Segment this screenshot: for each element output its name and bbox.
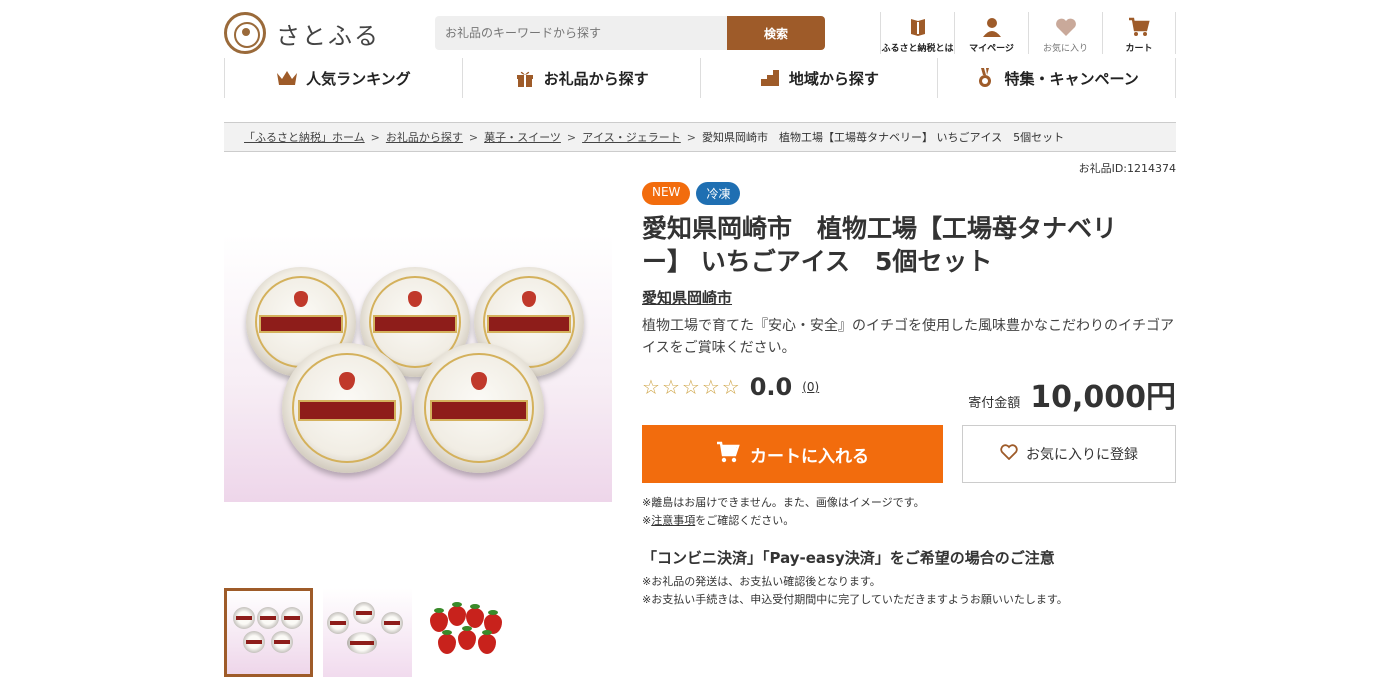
rating: ☆ ☆ ☆ ☆ ☆ 0.0 (0)	[642, 373, 819, 401]
payment-note: ※お礼品の発送は、お支払い確認後となります。	[642, 575, 881, 588]
product-main-image[interactable]	[224, 235, 612, 502]
breadcrumb-link[interactable]: アイス・ジェラート	[582, 129, 681, 145]
cart-icon	[1128, 16, 1150, 38]
add-to-favorites-label: お気に入りに登録	[1026, 447, 1138, 463]
star-empty-icon: ☆	[721, 375, 740, 399]
add-to-cart-label: カートに入れる	[750, 446, 869, 467]
thumbnail-2[interactable]	[323, 588, 412, 677]
nav-label: 特集・キャンペーン	[1004, 69, 1139, 88]
nav-gifts[interactable]: お礼品から探す	[461, 58, 700, 98]
heart-outline-icon	[1000, 444, 1018, 464]
ice-cup-image	[414, 343, 544, 473]
thumbnail-list	[224, 588, 511, 677]
region-icon	[759, 68, 781, 88]
nav-label: 人気ランキング	[306, 69, 411, 88]
star-empty-icon: ☆	[701, 375, 720, 399]
logo-text: さとふる	[276, 21, 380, 50]
product-badges: NEW 冷凍	[642, 182, 741, 205]
star-empty-icon: ☆	[681, 375, 700, 399]
cart-icon	[716, 441, 740, 468]
medal-icon	[974, 68, 996, 88]
breadcrumb-link[interactable]: 「ふるさと納税」ホーム	[244, 129, 365, 145]
search-bar: 検索	[435, 16, 825, 50]
caution-note-prefix: ※	[642, 514, 652, 527]
header-link-cart[interactable]: カート	[1102, 12, 1176, 54]
breadcrumb-link[interactable]: お礼品から探す	[386, 129, 463, 145]
nav-region[interactable]: 地域から探す	[699, 58, 938, 98]
header-link-label: マイページ	[969, 44, 1014, 54]
user-icon	[981, 16, 1003, 38]
main-nav: 人気ランキング お礼品から探す 地域から探す 特集・キャンペーン	[224, 58, 1176, 98]
ice-cup-image	[282, 343, 412, 473]
product-title: 愛知県岡崎市 植物工場【工場苺タナベリー】 いちごアイス 5個セット	[642, 214, 1118, 276]
search-input[interactable]	[435, 16, 727, 50]
thumbnail-3[interactable]	[422, 588, 511, 677]
header-links: ふるさと納税とは マイページ お気に入り カート	[880, 12, 1176, 54]
payment-note: ※お支払い手続きは、申込受付期間中に完了していただきますようお願いいたします。	[642, 593, 1068, 606]
new-badge: NEW	[642, 182, 691, 205]
breadcrumb-link[interactable]: 菓子・スイーツ	[484, 129, 561, 145]
price-label: 寄付金額	[968, 396, 1021, 411]
header-link-label: ふるさと納税とは	[881, 44, 954, 54]
nav-label: お礼品から探す	[543, 69, 649, 88]
header-link-label: お気に入り	[1042, 44, 1088, 54]
price-value: 10,000円	[1030, 380, 1176, 415]
breadcrumb: 「ふるさと納税」ホーム > お礼品から探す > 菓子・スイーツ > アイス・ジェ…	[224, 122, 1176, 152]
nav-label: 地域から探す	[788, 69, 879, 88]
gift-icon	[514, 68, 536, 88]
payment-notice-title: 「コンビニ決済」「Pay-easy決済」をご希望の場合のご注意	[642, 549, 1055, 567]
caution-note-suffix: をご確認ください。	[695, 514, 795, 527]
nav-campaign[interactable]: 特集・キャンペーン	[937, 58, 1176, 98]
island-note: ※離島はお届けできません。また、画像はイメージです。	[642, 496, 925, 509]
rating-value: 0.0	[749, 373, 793, 401]
add-to-favorites-button[interactable]: お気に入りに登録	[962, 425, 1176, 483]
caution-note: ※注意事項をご確認ください。	[642, 512, 794, 528]
search-button[interactable]: 検索	[727, 16, 825, 50]
thumbnail-1[interactable]	[224, 588, 313, 677]
frozen-badge: 冷凍	[696, 182, 741, 205]
heart-icon	[1055, 16, 1077, 38]
header-link-label: カート	[1125, 44, 1153, 54]
logo-mark-icon	[224, 12, 266, 54]
breadcrumb-separator: >	[686, 130, 696, 144]
breadcrumb-separator: >	[468, 130, 479, 144]
breadcrumb-separator: >	[370, 130, 380, 144]
header-link-about[interactable]: ふるさと納税とは	[880, 12, 954, 54]
header-link-favorites[interactable]: お気に入り	[1028, 12, 1102, 54]
site-logo[interactable]: さとふる	[224, 12, 380, 54]
price: 寄付金額 10,000円	[968, 372, 1176, 416]
star-empty-icon: ☆	[642, 375, 660, 399]
crown-icon	[276, 68, 298, 88]
city-link[interactable]: 愛知県岡崎市	[642, 287, 732, 308]
breadcrumb-current: 愛知県岡崎市 植物工場【工場苺タナベリー】 いちごアイス 5個セット	[702, 131, 1065, 144]
header-link-mypage[interactable]: マイページ	[954, 12, 1028, 54]
gift-id: お礼品ID:1214374	[1078, 162, 1176, 175]
book-icon	[907, 16, 929, 38]
product-description: 植物工場で育てた『安心・安全』のイチゴを使用した風味豊かなこだわりのイチゴアイス…	[642, 318, 1174, 356]
review-count-link[interactable]: (0)	[802, 380, 819, 394]
star-empty-icon: ☆	[661, 375, 680, 399]
nav-ranking[interactable]: 人気ランキング	[224, 58, 462, 98]
caution-link[interactable]: 注意事項	[651, 514, 695, 527]
add-to-cart-button[interactable]: カートに入れる	[642, 425, 943, 483]
breadcrumb-separator: >	[566, 130, 577, 144]
